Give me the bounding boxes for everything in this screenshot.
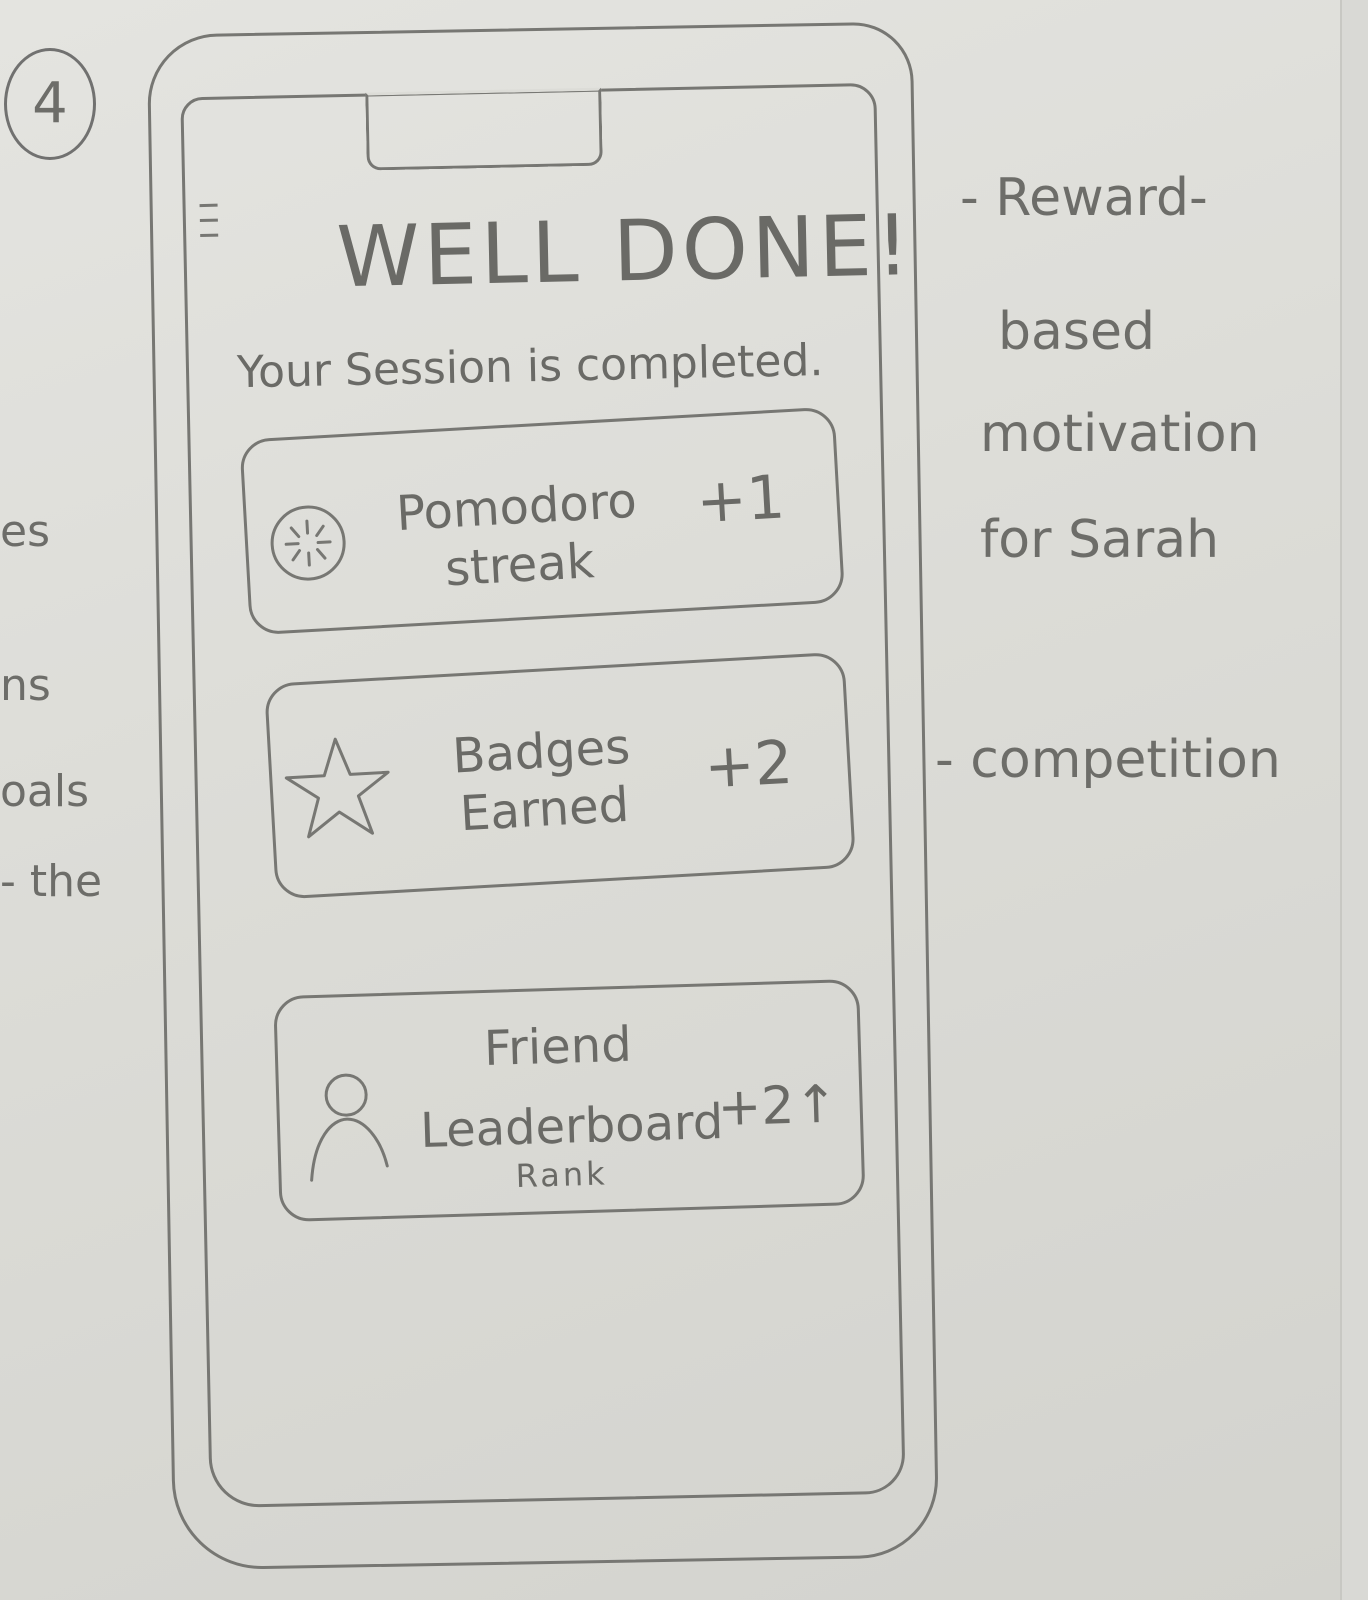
card-label-line: Leaderboard (419, 1093, 725, 1159)
annotation-competition: - competition (935, 730, 1281, 790)
margin-note: oals (0, 766, 90, 817)
badges-earned-value: +2 (702, 727, 795, 803)
pomodoro-streak-card[interactable]: Pomodoro streak +1 (239, 406, 846, 636)
person-icon (300, 1066, 394, 1193)
pomodoro-streak-value: +1 (694, 462, 787, 538)
annotation-reward-line: - Reward- (960, 168, 1208, 228)
hamburger-menu-icon[interactable] (199, 203, 221, 244)
card-label-line: Rank (515, 1154, 609, 1196)
pomodoro-timer-icon (264, 499, 353, 592)
star-icon (280, 730, 396, 850)
annotation-reward-line: based (998, 302, 1155, 362)
card-label: Friend Leaderboard Rank (417, 1015, 725, 1199)
card-label: Badges Earned (410, 716, 676, 846)
phone-screen: WELL DONE! Your Session is completed. Po… (180, 82, 914, 1509)
annotation-reward-line: for Sarah (980, 510, 1220, 570)
page-number-circle: 4 (4, 48, 96, 160)
margin-note: es (0, 506, 50, 557)
margin-note: ns (0, 660, 51, 711)
page-number: 4 (32, 71, 68, 136)
page-title: WELL DONE! (335, 196, 915, 307)
margin-note: - the (0, 856, 103, 907)
phone-notch (365, 87, 603, 171)
arrow-up-icon: ↑ (793, 1074, 839, 1136)
leaderboard-rank-card[interactable]: Friend Leaderboard Rank +2↑ (273, 978, 866, 1223)
badges-earned-card[interactable]: Badges Earned +2 (264, 651, 857, 900)
leaderboard-rank-change: +2 (716, 1075, 796, 1139)
annotation-reward-line: motivation (980, 404, 1260, 464)
session-complete-message: Your Session is completed. (236, 335, 824, 399)
card-label: Pomodoro streak (365, 471, 671, 603)
card-label-line: Friend (483, 1016, 633, 1078)
leaderboard-rank-value: +2↑ (717, 1075, 839, 1139)
